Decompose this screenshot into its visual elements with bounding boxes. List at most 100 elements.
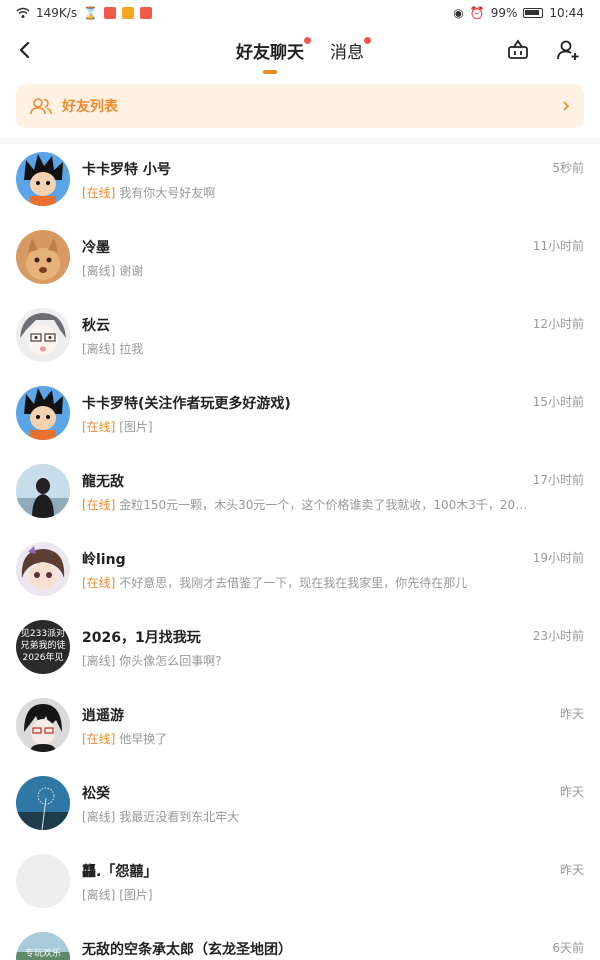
contact-name: 卡卡罗特(关注作者玩更多好游戏) [82,396,291,412]
message-time: 19小时前 [532,551,584,565]
cat-avatar[interactable] [16,230,70,284]
conversation-item[interactable]: 冷墨 11小时前 [离线] 谢谢 [0,222,600,300]
add-friend-icon [557,40,579,60]
message-time: 17小时前 [532,473,584,487]
conversation-item[interactable]: 专玩欢乐 158 无敌的空条承太郎（玄龙圣地团） 6天前 [0,924,600,960]
status-bar: 149K/s ⌛ ◉ ⏰ 99% 10:44 [0,0,600,26]
message-preview: [离线] [图片] [82,886,532,903]
chibi-avatar[interactable] [16,542,70,596]
message-preview: [在线] [图片] [82,418,532,435]
status-offline: [离线] [82,888,116,902]
status-offline: [离线] [82,342,116,356]
text-avatar[interactable]: 见233派对 兄弟我的徒 2026年见 [16,620,70,674]
network-speed: 149K/s [36,6,78,20]
active-tab-indicator [263,70,277,74]
message-text: [图片] [119,888,153,902]
message-time: 5秒前 [552,161,584,175]
tab-label: 好友聊天 [236,42,304,63]
message-preview: [在线] 他早换了 [82,730,532,747]
message-text: 他早换了 [119,732,168,746]
goku-avatar[interactable] [16,386,70,440]
message-time: 12小时前 [532,317,584,331]
message-preview: [离线] 我最近没看到东北牢大 [82,808,532,825]
message-text: 你头像怎么回事啊? [119,654,222,668]
header: 好友聊天 消息 [0,28,600,80]
status-offline: [离线] [82,810,116,824]
eye-icon: ◉ [453,6,464,20]
add-friend-button[interactable] [554,36,582,64]
contact-name: 岭ling [82,552,126,568]
message-time: 昨天 [559,785,584,799]
message-time: 23小时前 [532,629,584,643]
status-offline: [离线] [82,264,116,278]
contact-name: 衳癸 [82,786,110,802]
person-avatar[interactable] [16,464,70,518]
message-text: 我有你大号好友啊 [119,186,216,200]
anime-glasses-avatar[interactable] [16,308,70,362]
conversation-item[interactable]: 卡卡罗特 小号 5秒前 [在线] 我有你大号好友啊 [0,144,600,222]
status-offline: [离线] [82,654,116,668]
message-text: 拉我 [119,342,144,356]
battery-icon [523,8,544,18]
message-time: 11小时前 [532,239,584,253]
scenery-avatar[interactable]: 专玩欢乐 158 [16,932,70,960]
goku-avatar[interactable] [16,152,70,206]
contact-name: 冷墨 [82,240,110,256]
contact-name: 龍无敌 [82,474,124,490]
unread-dot [304,37,311,44]
tab-friend-chat[interactable]: 好友聊天 [236,28,311,74]
app-notification-icon [104,7,117,19]
wifi-icon [16,7,30,18]
message-text: 不好意思，我刚才去借鉴了一下，现在我在我家里，你先待在那儿 [119,576,468,590]
conversation-item[interactable]: 龍无敌 17小时前 [在线] 金粒150元一颗，木头30元一个，这个价格谁卖了我… [0,456,600,534]
video-notification-icon [122,7,135,19]
battery-percent: 99% [490,6,518,20]
message-text: 谢谢 [119,264,144,278]
message-text: [图片] [119,420,153,434]
status-online: [在线] [82,186,116,200]
clock: 10:44 [549,6,584,20]
message-text: 金粒150元一颗，木头30元一个，这个价格谁卖了我就收，100木3千，200..… [119,498,532,512]
avatar-caption: 专玩欢乐 158 [24,949,61,959]
alarm-icon: ⏰ [469,6,485,20]
app-notification-icon [140,7,153,19]
conversation-item[interactable]: 卡卡罗特(关注作者玩更多好游戏) 15小时前 [在线] [图片] [0,378,600,456]
conversation-item[interactable]: 岭ling 19小时前 [在线] 不好意思，我刚才去借鉴了一下，现在我在我家里，… [0,534,600,612]
message-preview: [离线] 谢谢 [82,262,532,279]
conversation-list: 卡卡罗特 小号 5秒前 [在线] 我有你大号好友啊 冷墨 11小时前 [离线] … [0,144,600,960]
status-online: [在线] [82,420,116,434]
conversation-item[interactable]: 衳癸 昨天 [离线] 我最近没看到东北牢大 [0,768,600,846]
contact-name: 秋云 [82,318,110,334]
contact-name: 卡卡罗特 小号 [82,162,171,178]
conversation-item[interactable]: 见233派对 兄弟我的徒 2026年见 2026，1月找我玩 23小时前 [离线… [0,612,600,690]
conversation-item[interactable]: 逍遥游 昨天 [在线] 他早换了 [0,690,600,768]
conversation-item[interactable]: 秋云 12小时前 [离线] 拉我 [0,300,600,378]
message-preview: [在线] 不好意思，我刚才去借鉴了一下，现在我在我家里，你先待在那儿 [82,574,532,591]
message-preview: [离线] 你头像怎么回事啊? [82,652,532,669]
conversation-item[interactable]: 龘.「怨囍」 昨天 [离线] [图片] [0,846,600,924]
chevron-right-icon [563,101,570,111]
status-online: [在线] [82,732,116,746]
unread-dot [364,37,371,44]
tab-messages[interactable]: 消息 [330,28,371,72]
message-preview: [在线] 金粒150元一颗，木头30元一个，这个价格谁卖了我就收，100木3千，… [82,496,532,513]
hourglass-icon: ⌛ [83,6,99,20]
avatar-caption: 见233派对 兄弟我的徒 2026年见 [20,629,66,663]
contact-name: 逍遥游 [82,708,124,724]
message-text: 我最近没看到东北牢大 [119,810,240,824]
shop-button[interactable] [504,36,532,64]
message-time: 昨天 [559,707,584,721]
shop-basket-icon [508,39,528,59]
contact-name: 龘.「怨囍」 [82,864,158,880]
friend-list-banner[interactable]: 好友列表 [16,84,584,128]
dandelion-avatar[interactable] [16,776,70,830]
message-time: 昨天 [559,863,584,877]
dark-hair-avatar[interactable] [16,698,70,752]
friends-icon [30,98,52,115]
blank-avatar[interactable] [16,854,70,908]
friend-list-label: 好友列表 [62,99,118,115]
message-time: 6天前 [552,941,584,955]
contact-name: 无敌的空条承太郎（玄龙圣地团） [82,942,292,958]
message-preview: [在线] 我有你大号好友啊 [82,184,532,201]
message-time: 15小时前 [532,395,584,409]
